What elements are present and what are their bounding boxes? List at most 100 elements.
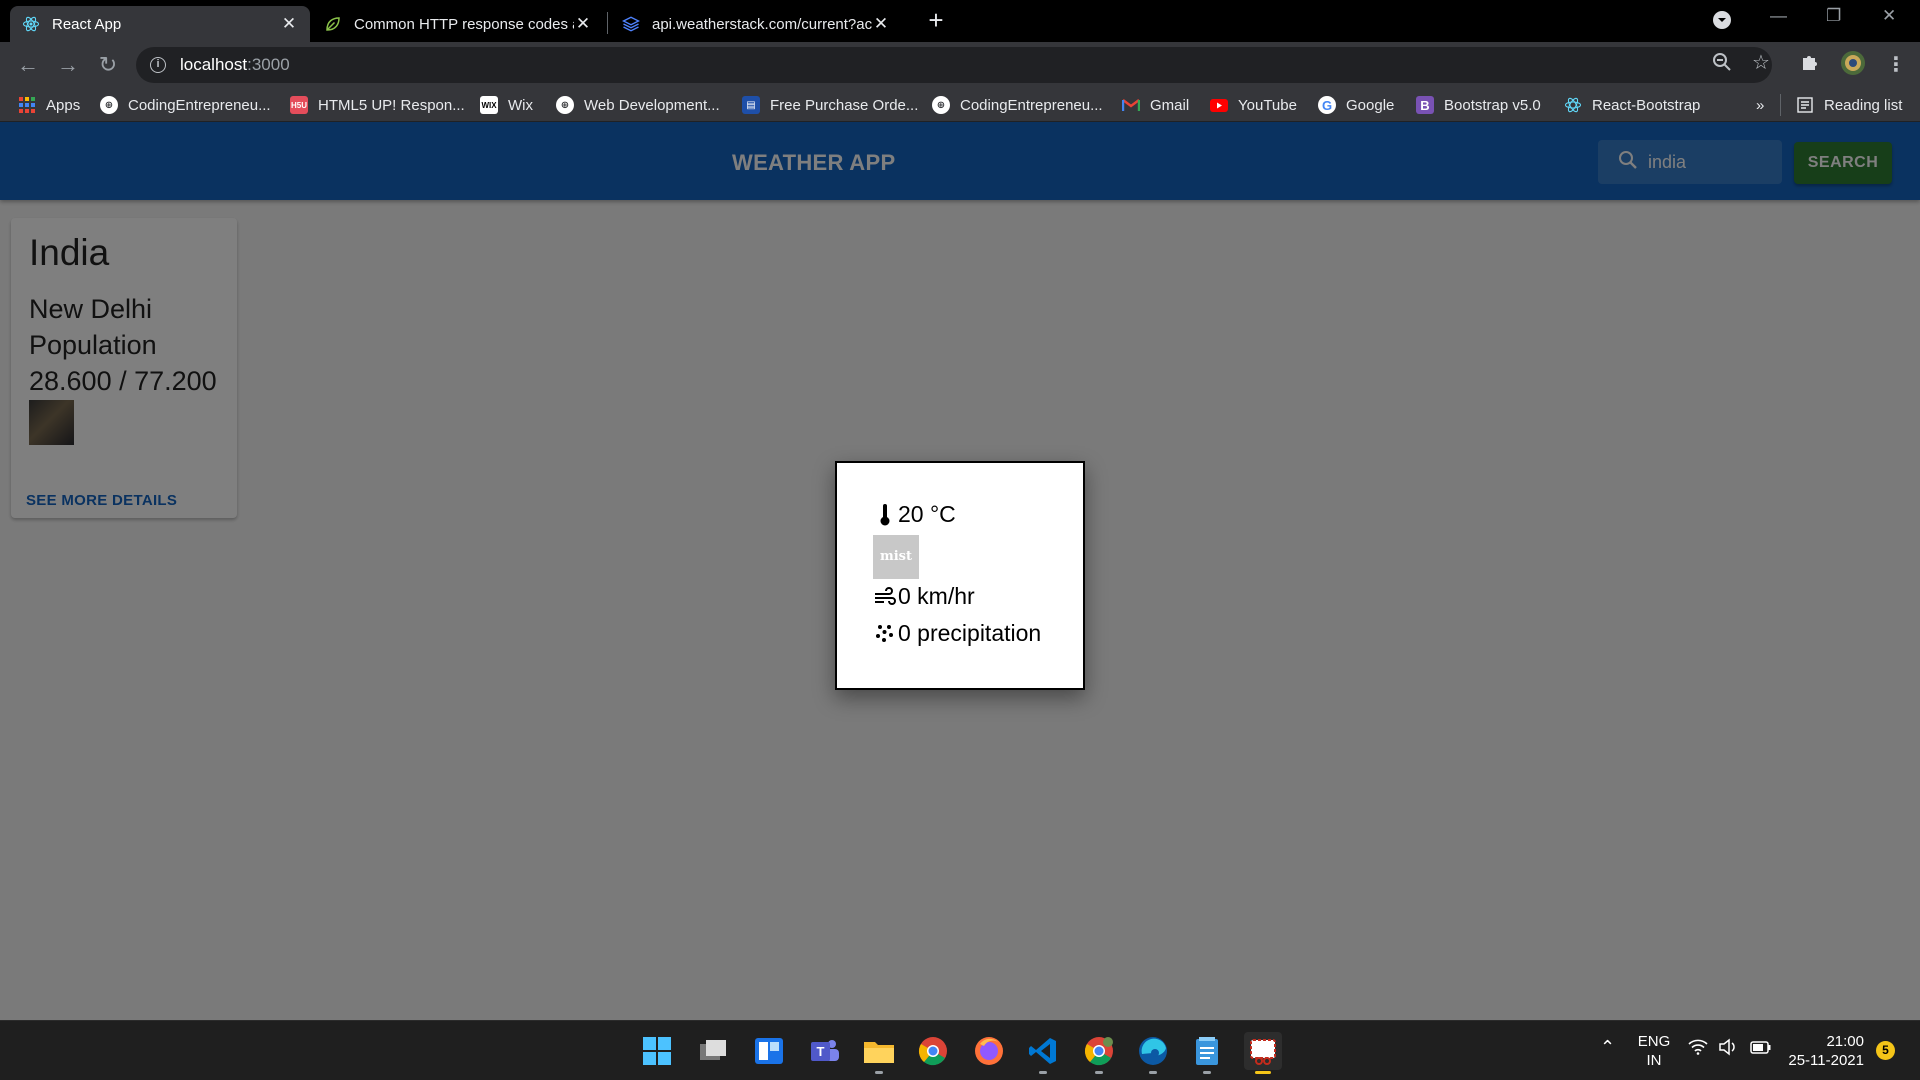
bookmark-bootstrap[interactable]: B Bootstrap v5.0 [1416,94,1541,116]
reload-icon[interactable]: ↻ [94,51,122,79]
bookmark-label: Bootstrap v5.0 [1444,96,1541,114]
tab-title: React App [52,15,122,33]
clock-time: 21:00 [1826,1033,1864,1050]
profile-avatar[interactable] [1840,50,1866,82]
stack-icon [622,15,640,33]
edge-icon[interactable] [1134,1032,1172,1074]
tray-overflow-chevron-icon[interactable]: ⌃ [1600,1037,1615,1058]
back-arrow-icon[interactable]: ← [14,51,42,79]
youtube-icon [1210,96,1228,114]
teams-icon[interactable]: T [806,1032,844,1070]
bookmark-star-icon[interactable]: ☆ [1752,50,1770,75]
window-close-icon[interactable]: ✕ [1882,6,1896,26]
bookmark-codingentrepreneurs[interactable]: ⊕ CodingEntrepreneu... [100,94,271,116]
task-view-icon[interactable] [694,1032,732,1070]
reading-list-label: Reading list [1824,96,1903,114]
google-icon: G [1318,96,1336,114]
bookmark-label: YouTube [1238,96,1297,114]
globe-icon: ⊕ [100,96,118,114]
bookmark-google[interactable]: G Google [1318,94,1394,116]
widgets-icon[interactable] [750,1032,788,1070]
chrome-profile-icon[interactable] [1080,1032,1118,1074]
apps-grid-icon [18,96,36,114]
bookmark-divider [1780,94,1781,116]
temperature-value: 20 °C [898,501,956,527]
chrome-icon[interactable] [914,1032,952,1070]
tab-http-codes[interactable]: Common HTTP response codes a ✕ [312,6,604,42]
wifi-icon[interactable] [1688,1039,1708,1059]
extensions-puzzle-icon[interactable] [1800,52,1820,78]
gmail-icon [1122,96,1140,114]
notepad-icon[interactable] [1188,1032,1226,1074]
tab-search-icon[interactable] [1712,10,1732,35]
weather-condition-icon: mist [873,535,919,579]
close-icon[interactable]: ✕ [872,14,890,34]
reading-list-icon [1796,96,1814,114]
site-info-icon[interactable]: i [150,57,166,73]
language-indicator[interactable]: ENG IN [1636,1032,1672,1070]
bookmark-apps[interactable]: Apps [18,94,80,116]
chrome-menu-icon[interactable]: ⋮ [1886,52,1906,77]
zoom-icon[interactable] [1712,52,1732,78]
bookmark-web-development[interactable]: ⊕ Web Development... [556,94,720,116]
file-explorer-icon[interactable] [860,1032,898,1074]
bookmark-label: Web Development... [584,96,720,114]
wind-icon [874,585,896,609]
tab-react-app[interactable]: React App ✕ [10,6,310,42]
document-icon: ▤ [742,96,760,114]
weather-modal: 20 °C mist 0 km/hr 0 precipitation [835,461,1085,690]
notification-badge[interactable]: 5 [1876,1041,1895,1060]
battery-icon[interactable] [1750,1039,1772,1059]
svg-text:T: T [817,1044,825,1059]
globe-icon: ⊕ [556,96,574,114]
volume-icon[interactable] [1718,1038,1738,1060]
minimize-icon[interactable]: — [1770,6,1787,26]
language-line1: ENG [1637,1033,1671,1050]
browser-toolbar: ← → ↻ i localhost:3000 ☆ ⋮ [0,42,1920,88]
bookmark-label: Google [1346,96,1395,114]
language-line2: IN [1646,1052,1662,1069]
leaf-icon [324,15,342,33]
bookmark-gmail[interactable]: Gmail [1122,94,1189,116]
address-bar[interactable]: i localhost:3000 [136,47,1772,83]
bookmark-codingentrepreneurs-2[interactable]: ⊕ CodingEntrepreneu... [932,94,1103,116]
reading-list-button[interactable]: Reading list [1796,94,1902,116]
react-icon [22,15,40,33]
windows-start-icon[interactable] [638,1032,676,1070]
bookmark-label: CodingEntrepreneu... [960,96,1103,114]
running-indicator [1203,1071,1211,1074]
snipping-tool-icon[interactable] [1244,1032,1282,1074]
bookmark-label: Free Purchase Orde... [770,96,919,114]
html5up-icon: H5U [290,96,308,114]
running-indicator [1095,1071,1103,1074]
firefox-icon[interactable] [970,1032,1008,1070]
bootstrap-icon: B [1416,96,1434,114]
bookmark-label: Apps [46,96,81,114]
close-icon[interactable]: ✕ [280,14,298,34]
clock-date: 25-11-2021 [1788,1052,1864,1069]
bookmark-youtube[interactable]: YouTube [1210,94,1297,116]
clock[interactable]: 21:00 25-11-2021 [1784,1032,1864,1070]
address-port: :3000 [247,55,290,74]
bookmarks-bar: Apps ⊕ CodingEntrepreneu... H5U HTML5 UP… [0,88,1920,122]
wind-row: 0 km/hr [874,583,975,610]
vscode-icon[interactable] [1024,1032,1062,1074]
bookmark-react-bootstrap[interactable]: React-Bootstrap [1564,94,1700,116]
wix-icon: WIX [480,96,498,114]
bookmark-free-purchase-order[interactable]: ▤ Free Purchase Orde... [742,94,918,116]
bookmark-label: React-Bootstrap [1592,96,1701,114]
active-app-indicator [1255,1071,1271,1074]
tab-weatherstack-api[interactable]: api.weatherstack.com/current?ac ✕ [610,6,902,42]
running-indicator [1039,1071,1047,1074]
react-bootstrap-icon [1564,96,1582,114]
address-host: localhost [180,55,248,74]
bookmark-html5up[interactable]: H5U HTML5 UP! Respon... [290,94,465,116]
restore-icon[interactable]: ❐ [1826,6,1841,26]
temperature-row: 20 °C [874,501,956,528]
close-icon[interactable]: ✕ [574,14,592,34]
forward-arrow-icon[interactable]: → [54,51,82,79]
bookmark-wix[interactable]: WIX Wix [480,94,533,116]
new-tab-plus-icon[interactable]: + [922,6,950,34]
bookmarks-overflow-chevron-icon[interactable]: » [1756,94,1764,116]
web-page: WEATHER APP SEARCH India New Delhi Popul… [0,122,1920,1020]
